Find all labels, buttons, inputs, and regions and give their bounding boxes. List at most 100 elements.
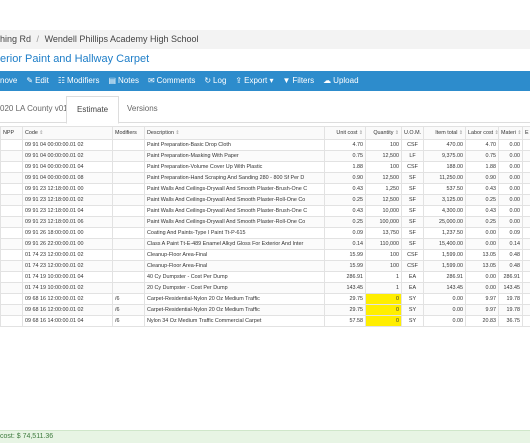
cell-code: 09 91 23 12:18:00.01 06: [23, 217, 113, 228]
cell-desc: Paint Preparation-Masking With Paper: [145, 151, 325, 162]
comments-button[interactable]: ✉Comments: [148, 71, 195, 91]
remove-button[interactable]: nove: [0, 71, 17, 91]
cell-labor: 0.25: [466, 195, 499, 206]
toolbar-label: Comments: [157, 76, 196, 85]
column-header[interactable]: Code ⇕: [23, 127, 113, 140]
export-button[interactable]: ⇪Export ▾: [235, 71, 273, 91]
notes-icon: ▤: [108, 71, 116, 91]
cell-code: 09 91 23 12:18:00.01 04: [23, 206, 113, 217]
tab-estimate[interactable]: Estimate: [66, 96, 119, 124]
page-title: erior Paint and Hallway Carpet: [0, 49, 530, 70]
cell-unit: 0.75: [325, 151, 366, 162]
cell-qty[interactable]: 110,000: [366, 239, 402, 250]
cell-mat: 0.48: [499, 250, 523, 261]
breadcrumb-item-address[interactable]: hing Rd: [0, 34, 31, 44]
column-header[interactable]: NPP: [1, 127, 23, 140]
cell-qty[interactable]: 13,750: [366, 228, 402, 239]
log-button[interactable]: ↻Log: [204, 71, 226, 91]
cell-npp: [1, 184, 23, 195]
cell-qty[interactable]: 0: [366, 294, 402, 305]
column-header[interactable]: Modifiers: [113, 127, 145, 140]
cell-qty[interactable]: 0: [366, 305, 402, 316]
cell-extra: [523, 217, 530, 228]
cell-qty[interactable]: 12,500: [366, 195, 402, 206]
cell-qty[interactable]: 1: [366, 272, 402, 283]
column-header[interactable]: Labor cost ⇕: [466, 127, 499, 140]
cell-qty[interactable]: 1,250: [366, 184, 402, 195]
table-row[interactable]: 01 74 19 10:00:00.01 0220 Cy Dumpster - …: [1, 283, 530, 294]
cell-mat: 0.00: [499, 162, 523, 173]
cell-desc: Paint Preparation-Volume Cover Up With P…: [145, 162, 325, 173]
cell-unit: 57.58: [325, 316, 366, 327]
breadcrumb-item-school[interactable]: Wendell Phillips Academy High School: [45, 34, 199, 44]
filter-button[interactable]: ▼Filters: [282, 71, 314, 91]
cell-labor: 0.75: [466, 151, 499, 162]
cell-mod: [113, 184, 145, 195]
cell-qty[interactable]: 0: [366, 316, 402, 327]
column-header[interactable]: Quantity ⇕: [366, 127, 402, 140]
upload-button[interactable]: ☁Upload: [323, 71, 358, 91]
table-row[interactable]: 09 91 23 12:18:00.01 00Paint Walls And C…: [1, 184, 530, 195]
cell-labor: 0.25: [466, 217, 499, 228]
table-row[interactable]: 09 91 04 00:00:00.01 02Paint Preparation…: [1, 140, 530, 151]
sort-icon: ⇕: [357, 130, 363, 136]
sort-icon: ⇕: [38, 130, 44, 136]
table-row[interactable]: 09 91 23 12:18:00.01 04Paint Walls And C…: [1, 206, 530, 217]
cell-total: 1,237.50: [424, 228, 466, 239]
cell-code: 09 68 16 14:00:00.01 04: [23, 316, 113, 327]
edit-icon: ✎: [26, 71, 33, 91]
cell-qty[interactable]: 100: [366, 250, 402, 261]
table-row[interactable]: 09 91 26 22:00:00.01 00Class A Paint Tt-…: [1, 239, 530, 250]
cell-mod: [113, 239, 145, 250]
edit-button[interactable]: ✎Edit: [26, 71, 49, 91]
cell-extra: [523, 162, 530, 173]
notes-button[interactable]: ▤Notes: [108, 71, 138, 91]
cell-npp: [1, 316, 23, 327]
column-header[interactable]: Materi ⇕: [499, 127, 523, 140]
cell-qty[interactable]: 1: [366, 283, 402, 294]
column-header[interactable]: Description ⇕: [145, 127, 325, 140]
toolbar-label: Modifiers: [67, 76, 99, 85]
cell-npp: [1, 250, 23, 261]
table-row[interactable]: 09 91 04 00:00:00.01 08Paint Preparation…: [1, 173, 530, 184]
cell-total: 286.91: [424, 272, 466, 283]
cell-mat: 0.00: [499, 151, 523, 162]
table-row[interactable]: 09 68 16 12:00:00.01 02/6Carpet-Resident…: [1, 294, 530, 305]
modifiers-icon: ☷: [58, 71, 65, 91]
cell-desc: Paint Preparation-Basic Drop Cloth: [145, 140, 325, 151]
cell-labor: 13.05: [466, 261, 499, 272]
comments-icon: ✉: [148, 71, 155, 91]
version-selector[interactable]: 020 LA County v01: [0, 96, 68, 122]
table-row[interactable]: 09 91 04 00:00:00.01 02Paint Preparation…: [1, 151, 530, 162]
modifiers-button[interactable]: ☷Modifiers: [58, 71, 100, 91]
table-row[interactable]: 01 74 23 12:00:00.01 02Cleanup-Floor Are…: [1, 261, 530, 272]
cell-qty[interactable]: 12,500: [366, 151, 402, 162]
cell-qty[interactable]: 100: [366, 140, 402, 151]
table-row[interactable]: 09 91 23 12:18:00.01 06Paint Walls And C…: [1, 217, 530, 228]
cell-qty[interactable]: 12,500: [366, 173, 402, 184]
action-toolbar: nove ✎Edit ☷Modifiers ▤Notes ✉Comments ↻Log ⇪E…: [0, 71, 530, 91]
table-row[interactable]: 09 91 26 18:00:00.01 00Coating And Paint…: [1, 228, 530, 239]
tab-versions[interactable]: Versions: [127, 96, 158, 122]
table-row[interactable]: 09 91 04 00:00:00.01 04Paint Preparation…: [1, 162, 530, 173]
cell-qty[interactable]: 100: [366, 261, 402, 272]
table-row[interactable]: 09 91 23 12:18:00.01 02Paint Walls And C…: [1, 195, 530, 206]
table-row[interactable]: 09 68 16 12:00:00.01 02/6Carpet-Resident…: [1, 305, 530, 316]
table-row[interactable]: 01 74 19 10:00:00.01 0440 Cy Dumpster - …: [1, 272, 530, 283]
cell-total: 1,599.00: [424, 261, 466, 272]
column-header[interactable]: E: [523, 127, 530, 140]
cell-labor: 0.43: [466, 206, 499, 217]
table-row[interactable]: 01 74 23 12:00:00.01 02Cleanup-Floor Are…: [1, 250, 530, 261]
cell-code: 09 91 23 12:18:00.01 02: [23, 195, 113, 206]
column-header[interactable]: U.O.M. ⇕: [402, 127, 424, 140]
cell-code: 09 91 04 00:00:00.01 08: [23, 173, 113, 184]
cell-desc: Carpet-Residential-Nylon 20 Oz Medium Tr…: [145, 294, 325, 305]
table-row[interactable]: 09 68 16 14:00:00.01 04/6Nylon 34 Oz Med…: [1, 316, 530, 327]
cell-qty[interactable]: 100,000: [366, 217, 402, 228]
cell-uom: SF: [402, 206, 424, 217]
cell-unit: 1.88: [325, 162, 366, 173]
column-header[interactable]: Unit cost ⇕: [325, 127, 366, 140]
cell-qty[interactable]: 10,000: [366, 206, 402, 217]
column-header[interactable]: Item total ⇕: [424, 127, 466, 140]
cell-qty[interactable]: 100: [366, 162, 402, 173]
